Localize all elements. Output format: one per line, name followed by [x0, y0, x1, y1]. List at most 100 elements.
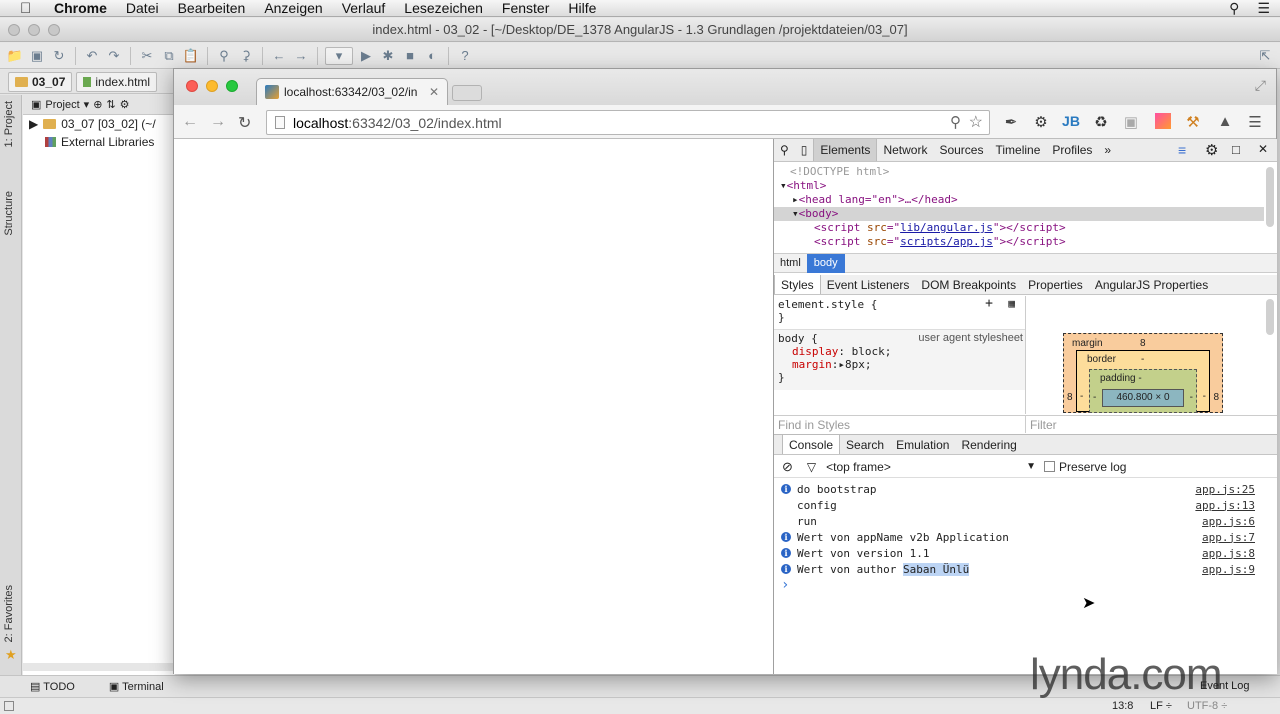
dom-html-node[interactable]: ▾<html>: [774, 179, 1264, 193]
tab-project[interactable]: 1: Project: [3, 101, 15, 147]
save-icon[interactable]: ▣: [28, 47, 46, 65]
tab-profiles[interactable]: Profiles: [1046, 139, 1098, 161]
forward-icon[interactable]: →: [210, 113, 226, 131]
preserve-log-checkbox[interactable]: [1044, 461, 1056, 472]
show-drawer-icon[interactable]: ≡: [1178, 142, 1186, 158]
paste-icon[interactable]: 📋: [182, 47, 200, 65]
console-message[interactable]: i Wert von author Saban Ünlü app.js:9: [774, 561, 1259, 577]
tab-sources[interactable]: Sources: [933, 139, 989, 161]
coverage-icon[interactable]: ◐: [423, 47, 441, 65]
pen-tool-icon[interactable]: ✒: [1002, 113, 1020, 131]
tree-item-project[interactable]: ▶ 03_07 [03_02] (~/: [23, 115, 175, 133]
menu-bearbeiten[interactable]: Bearbeiten: [178, 0, 246, 16]
collapse-triangle-icon[interactable]: ▾: [792, 207, 799, 220]
sync-icon[interactable]: ↻: [50, 47, 68, 65]
jetbrains-extension-icon[interactable]: JB: [1062, 113, 1080, 129]
bookmark-star-icon[interactable]: ☆: [969, 112, 983, 132]
dom-body-node[interactable]: ▾<body>: [774, 207, 1264, 221]
tab-console[interactable]: Console: [782, 435, 841, 454]
tab-structure[interactable]: Structure: [3, 191, 15, 236]
find-in-styles-input[interactable]: Find in Styles: [774, 415, 1026, 433]
menu-verlauf[interactable]: Verlauf: [342, 0, 386, 16]
frame-select[interactable]: <top frame>: [826, 460, 1026, 474]
collapse-triangle-icon[interactable]: ▾: [780, 179, 787, 192]
inspect-search-icon[interactable]: ⚲: [774, 139, 795, 161]
replace-icon[interactable]: ⚳: [237, 47, 255, 65]
chrome-minimize-button[interactable]: [206, 80, 218, 92]
breadcrumb-file[interactable]: index.html: [76, 71, 158, 92]
devtools-close-icon[interactable]: ✕: [1258, 142, 1268, 156]
source-link[interactable]: app.js:13: [1195, 499, 1255, 512]
tab-rendering[interactable]: Rendering: [955, 435, 1022, 454]
clear-console-icon[interactable]: ⊘: [782, 459, 793, 475]
element-style-rule[interactable]: element.style { } + ▦: [774, 296, 1025, 330]
console-message[interactable]: i Wert von version 1.1 app.js:8: [774, 545, 1259, 561]
filter-input[interactable]: Filter: [1026, 415, 1277, 433]
menu-fenster[interactable]: Fenster: [502, 0, 549, 16]
source-link[interactable]: app.js:8: [1202, 547, 1255, 560]
apple-icon[interactable]: : [20, 0, 40, 17]
tab-elements[interactable]: Elements: [813, 139, 878, 161]
console-prompt[interactable]: ›: [774, 577, 1259, 593]
frame-dropdown-icon[interactable]: ▼: [1026, 461, 1036, 472]
expand-icon[interactable]: ⇱: [1256, 47, 1274, 65]
tab-styles[interactable]: Styles: [774, 275, 821, 294]
stop-icon[interactable]: ■: [401, 47, 419, 65]
chevron-right-icon[interactable]: ▶: [29, 117, 38, 131]
box-margin[interactable]: margin 8 8 8 border - - - padding - - - …: [1063, 333, 1223, 413]
source-link[interactable]: app.js:6: [1202, 515, 1255, 528]
source-link[interactable]: app.js:9: [1202, 563, 1255, 576]
dom-script-app[interactable]: <script src="scripts/app.js"></script>: [774, 235, 1264, 249]
chevron-down-icon[interactable]: ▾: [84, 98, 90, 111]
dom-script-angular[interactable]: <script src="lib/angular.js"></script>: [774, 221, 1264, 235]
horizontal-scrollbar[interactable]: [23, 663, 175, 671]
body-ua-rule[interactable]: body {user agent stylesheet display: blo…: [774, 330, 1025, 390]
source-link[interactable]: app.js:7: [1202, 531, 1255, 544]
tab-event-listeners[interactable]: Event Listeners: [821, 275, 916, 294]
devtools-settings-gear-icon[interactable]: ⚙: [1205, 141, 1218, 159]
tab-search[interactable]: Search: [840, 435, 890, 454]
open-folder-icon[interactable]: 📁: [6, 47, 24, 65]
console-message[interactable]: run app.js:6: [774, 513, 1259, 529]
tab-todo[interactable]: ▤ TODO: [30, 680, 75, 693]
add-rule-icon[interactable]: +: [985, 296, 993, 311]
console-message[interactable]: i Wert von appName v2b Application app.js:…: [774, 529, 1259, 545]
chrome-zoom-button[interactable]: [226, 80, 238, 92]
run-icon[interactable]: ▶: [357, 47, 375, 65]
builder-icon[interactable]: ⚒: [1184, 113, 1202, 131]
box-content[interactable]: 460.800 × 0: [1102, 389, 1184, 407]
menu-hilfe[interactable]: Hilfe: [568, 0, 596, 16]
filter-funnel-icon[interactable]: ▽: [807, 460, 816, 474]
dom-head-node[interactable]: ▸<head lang="en">…</head>: [774, 193, 1264, 207]
reload-icon[interactable]: ↻: [238, 113, 251, 133]
tab-emulation[interactable]: Emulation: [890, 435, 955, 454]
run-config-dropdown[interactable]: ▾: [325, 46, 353, 65]
source-link[interactable]: app.js:25: [1195, 483, 1255, 496]
spotlight-search-icon[interactable]: ⚲: [1229, 0, 1239, 17]
line-separator[interactable]: LF ÷: [1150, 700, 1172, 712]
console-message[interactable]: config app.js:13: [774, 497, 1259, 513]
console-message[interactable]: i do bootstrap app.js:25: [774, 481, 1259, 497]
gear-icon[interactable]: ⚙: [120, 98, 130, 111]
box-padding[interactable]: padding - - - 460.800 × 0: [1089, 369, 1197, 413]
target-icon[interactable]: ⊕: [93, 98, 102, 111]
device-mode-icon[interactable]: ▯: [795, 139, 814, 161]
chrome-menu-icon[interactable]: ☰: [1246, 113, 1264, 131]
menu-app[interactable]: Chrome: [54, 0, 107, 16]
tab-terminal[interactable]: ▣ Terminal: [109, 680, 164, 693]
notification-list-icon[interactable]: ☰: [1257, 0, 1270, 17]
redo-icon[interactable]: ↷: [105, 47, 123, 65]
tab-favorites[interactable]: 2: Favorites: [3, 585, 15, 642]
selected-text[interactable]: Saban Ünlü: [902, 562, 970, 576]
recycle-icon[interactable]: ♻: [1092, 113, 1110, 131]
caret-position[interactable]: 13:8: [1112, 700, 1133, 712]
zoom-icon[interactable]: ⚲: [950, 113, 961, 131]
address-bar[interactable]: localhost:63342/03_02/index.html ⚲ ☆: [266, 110, 990, 135]
breadcrumb-folder[interactable]: 03_07: [8, 71, 73, 92]
tab-localhost[interactable]: localhost:63342/03_02/in ✕: [256, 78, 448, 105]
angular-shield-icon[interactable]: ▲: [1216, 113, 1234, 130]
menu-lesezeichen[interactable]: Lesezeichen: [404, 0, 483, 16]
tab-timeline[interactable]: Timeline: [989, 139, 1046, 161]
chrome-close-button[interactable]: [186, 80, 198, 92]
new-tab-button[interactable]: [452, 85, 482, 101]
